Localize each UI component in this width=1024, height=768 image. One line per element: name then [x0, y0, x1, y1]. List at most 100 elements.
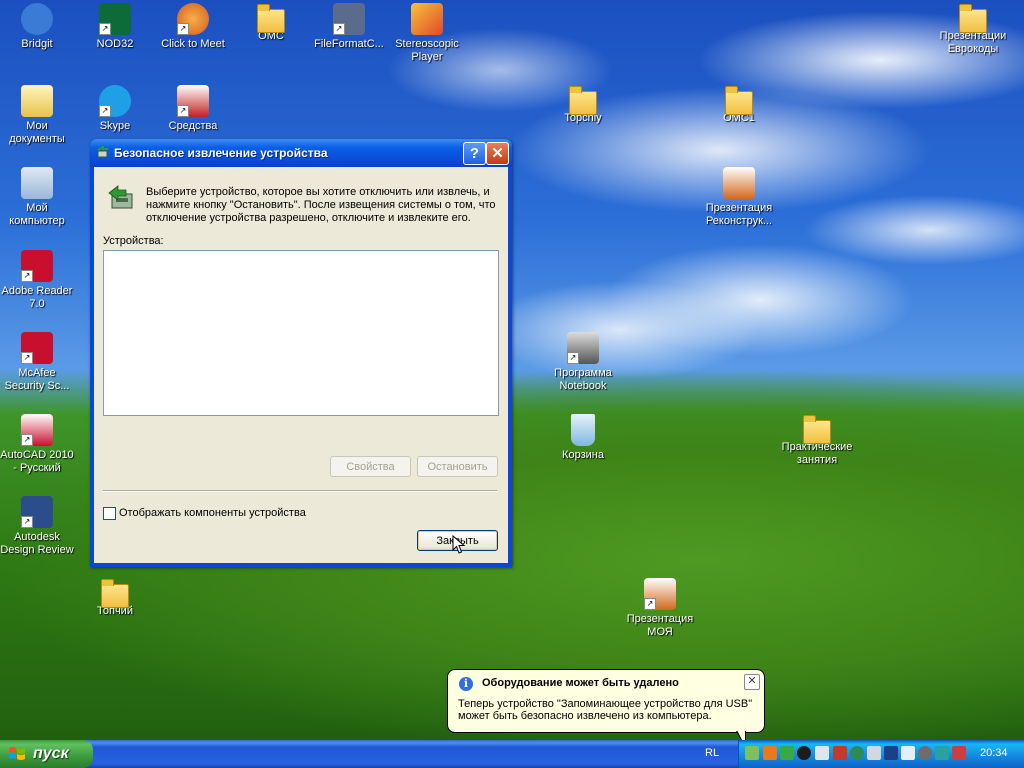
divider [103, 490, 497, 492]
folder-icon [803, 415, 831, 444]
desktop-icon-adobe-reader[interactable]: Adobe Reader 7.0 [0, 250, 77, 311]
icon-label: Bridgit [21, 38, 53, 50]
icon-label: Skype [99, 120, 131, 132]
safely-remove-hardware-icon[interactable] [745, 746, 759, 760]
folder-icon [101, 579, 129, 608]
icon-label: Практические занятия [781, 441, 853, 466]
icon-label: FileFormatC... [314, 38, 384, 50]
balloon-close-button[interactable]: ✕ [744, 674, 760, 690]
desktop-icon-file-format-converter[interactable]: FileFormatC... [309, 3, 389, 51]
notification-balloon[interactable]: i Оборудование может быть удалено ✕ Тепе… [447, 669, 765, 749]
desktop-icon-smart-notebook[interactable]: Программа Notebook [543, 332, 623, 393]
desktop-icon-click-to-meet[interactable]: Click to Meet [153, 3, 233, 51]
folder-icon [959, 4, 987, 33]
powerpoint-icon [644, 578, 676, 610]
desktop-icon-omc[interactable]: OMC [231, 3, 311, 43]
stereoscopic-player-icon [411, 3, 443, 35]
desktop-icon-my-documents[interactable]: Мои документы [0, 85, 77, 146]
icon-label: Click to Meet [161, 38, 225, 50]
security-icon[interactable] [952, 746, 966, 760]
webcam-icon[interactable] [797, 746, 811, 760]
clock[interactable]: 20:34 [980, 747, 1008, 759]
desktop-icon-recycle-bin[interactable]: Корзина [543, 414, 623, 462]
icon-label: Stereoscopic Player [395, 38, 459, 63]
desktop-icon-smart-tools[interactable]: Средства [153, 85, 233, 133]
bridgit-icon [21, 3, 53, 35]
my-computer-icon [21, 167, 53, 199]
file-format-converter-icon [333, 3, 365, 35]
balloon-text: Теперь устройство "Запоминающее устройст… [458, 698, 753, 722]
desktop-icon-autocad[interactable]: AutoCAD 2010 - Русский [0, 414, 77, 475]
desktop-icon-mcafee[interactable]: McAfee Security Sc... [0, 332, 77, 393]
icon-label: Adobe Reader 7.0 [1, 285, 73, 310]
dialog-description: Выберите устройство, которое вы хотите о… [146, 186, 496, 224]
sound-icon[interactable] [867, 746, 881, 760]
usb-device-icon [108, 185, 133, 209]
network-connection-icon[interactable] [901, 746, 915, 760]
show-components-checkbox[interactable] [103, 507, 116, 520]
mouse-cursor-icon [452, 535, 466, 554]
mcafee-icon [21, 332, 53, 364]
properties-button[interactable]: Свойства [330, 456, 411, 477]
desktop-icon-presentation-moya[interactable]: Презентация МОЯ [620, 578, 700, 639]
icon-label: Программа Notebook [554, 367, 612, 392]
smart-tools-icon [177, 85, 209, 117]
icon-label: NOD32 [96, 38, 134, 50]
close-window-button[interactable]: ✕ [486, 142, 509, 165]
java-icon[interactable] [763, 746, 777, 760]
recycle-bin-icon [571, 414, 595, 446]
show-components-label[interactable]: Отображать компоненты устройства [119, 507, 306, 519]
monitor-icon[interactable] [884, 746, 898, 760]
icon-label: Корзина [562, 449, 604, 461]
my-documents-icon [21, 85, 53, 117]
nod32-icon [99, 3, 131, 35]
icon-label: AutoCAD 2010 - Русский [0, 449, 74, 474]
smart-board-icon[interactable] [918, 746, 932, 760]
desktop-icon-topchiy[interactable]: Topchiy [543, 85, 623, 125]
skype-icon [99, 85, 131, 117]
desktop-icon-design-review[interactable]: Autodesk Design Review [0, 496, 77, 557]
language-indicator[interactable]: RL [705, 747, 719, 759]
safely-remove-hardware-icon [97, 146, 108, 158]
adobe-reader-icon [21, 250, 53, 282]
icon-label: McAfee Security Sc... [4, 367, 70, 392]
display-icon[interactable] [815, 746, 829, 760]
icon-label: Презентация МОЯ [626, 613, 694, 638]
antivirus-icon[interactable] [833, 746, 847, 760]
start-button[interactable]: пуск [0, 740, 93, 768]
taskbar: пуск RL 20:34 [0, 740, 1024, 768]
desktop-icon-omc1[interactable]: OMC1 [699, 85, 779, 125]
icon-label: Мой компьютер [9, 202, 65, 227]
audio-icon[interactable] [850, 746, 864, 760]
help-button[interactable]: ? [463, 142, 486, 165]
desktop-icon-topchiy-ru[interactable]: Топчий [75, 578, 155, 618]
design-review-icon [21, 496, 53, 528]
desktop-icon-stereoscopic-player[interactable]: Stereoscopic Player [387, 3, 467, 64]
start-label: пуск [33, 745, 69, 762]
network-icon[interactable] [780, 746, 794, 760]
desktop-icon-presentation-reconstr[interactable]: Презентация Реконструк... [699, 167, 779, 228]
balloon-title: Оборудование может быть удалено [482, 677, 679, 689]
info-icon: i [459, 677, 473, 691]
autocad-icon [21, 414, 53, 446]
icon-label: Презентации Еврокоды [939, 30, 1007, 55]
desktop-icon-practical-classes[interactable]: Практические занятия [777, 414, 857, 467]
dialog-title: Безопасное извлечение устройства [114, 146, 328, 160]
smart-notebook-icon [567, 332, 599, 364]
desktop-icon-my-computer[interactable]: Мой компьютер [0, 167, 77, 228]
dialog-titlebar[interactable]: Безопасное извлечение устройства ? ✕ [90, 139, 512, 167]
folder-icon [569, 86, 597, 115]
folder-icon [257, 4, 285, 33]
stop-button[interactable]: Остановить [417, 456, 498, 477]
safely-remove-hardware-dialog: Безопасное извлечение устройства ? ✕ Выб… [90, 139, 512, 567]
dialog-client-area: Выберите устройство, которое вы хотите о… [94, 167, 508, 563]
icon-label: Мои документы [9, 120, 65, 145]
desktop-icon-skype[interactable]: Skype [75, 85, 155, 133]
powerpoint-icon [723, 167, 755, 199]
devices-list[interactable] [103, 250, 499, 416]
desktop-icon-bridgit[interactable]: Bridgit [0, 3, 77, 51]
update-icon[interactable] [935, 746, 949, 760]
desktop-icon-nod32[interactable]: NOD32 [75, 3, 155, 51]
devices-label: Устройства: [103, 235, 164, 247]
desktop-icon-eurocodes[interactable]: Презентации Еврокоды [933, 3, 1013, 56]
